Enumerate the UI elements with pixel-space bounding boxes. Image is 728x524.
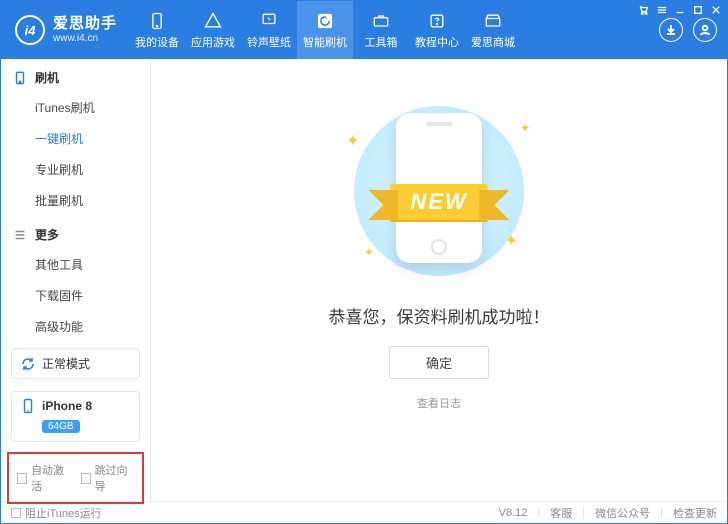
menu-icon[interactable] bbox=[655, 3, 669, 17]
device-icon bbox=[147, 11, 167, 31]
sidebar-item-batch-flash[interactable]: 批量刷机 bbox=[1, 185, 150, 216]
maximize-icon[interactable] bbox=[691, 3, 705, 17]
sidebar-item-advanced[interactable]: 高级功能 bbox=[1, 311, 150, 342]
user-icon[interactable] bbox=[693, 18, 717, 42]
close-icon[interactable] bbox=[709, 3, 723, 17]
nav-store[interactable]: 爱思商城 bbox=[465, 1, 521, 59]
list-icon bbox=[13, 228, 27, 242]
storage-badge: 64GB bbox=[42, 420, 80, 433]
flash-icon bbox=[315, 11, 335, 31]
view-log-link[interactable]: 查看日志 bbox=[417, 395, 461, 411]
phone-small-icon bbox=[20, 398, 36, 414]
checkbox-auto-activate[interactable]: 自动激活 bbox=[17, 462, 71, 494]
help-icon bbox=[427, 11, 447, 31]
sparkle-icon: ✦ bbox=[346, 131, 359, 151]
version-label: V8.12 bbox=[499, 507, 528, 519]
header: i4 爱思助手 www.i4.cn 我的设备 应用游戏 铃声壁纸 智能刷机 工具… bbox=[1, 1, 727, 59]
nav-apps[interactable]: 应用游戏 bbox=[185, 1, 241, 59]
sidebar-item-pro-flash[interactable]: 专业刷机 bbox=[1, 154, 150, 185]
toolbox-icon bbox=[371, 11, 391, 31]
mode-indicator[interactable]: 正常模式 bbox=[11, 348, 140, 379]
minimize-icon[interactable] bbox=[673, 3, 687, 17]
checkbox-skip-guide[interactable]: 跳过向导 bbox=[81, 462, 135, 494]
refresh-icon bbox=[20, 356, 36, 372]
store-icon bbox=[483, 11, 503, 31]
new-ribbon: NEW bbox=[390, 184, 487, 220]
wechat-link[interactable]: 微信公众号 bbox=[595, 505, 650, 521]
window-controls bbox=[637, 1, 723, 19]
nav-flash[interactable]: 智能刷机 bbox=[297, 1, 353, 59]
success-message: 恭喜您，保资料刷机成功啦！ bbox=[329, 303, 550, 328]
footer: 阻止iTunes运行 V8.12 | 客服 | 微信公众号 | 检查更新 bbox=[1, 501, 727, 523]
logo[interactable]: i4 爱思助手 www.i4.cn bbox=[1, 1, 129, 59]
cart-icon[interactable] bbox=[637, 3, 651, 17]
checkbox-block-itunes[interactable]: 阻止iTunes运行 bbox=[11, 505, 102, 521]
sidebar-item-onekey-flash[interactable]: 一键刷机 bbox=[1, 123, 150, 154]
sidebar-item-download-fw[interactable]: 下载固件 bbox=[1, 280, 150, 311]
sidebar-group-flash[interactable]: 刷机 bbox=[1, 59, 150, 92]
top-nav: 我的设备 应用游戏 铃声壁纸 智能刷机 工具箱 教程中心 爱思商城 bbox=[129, 1, 659, 59]
sidebar-item-itunes-flash[interactable]: iTunes刷机 bbox=[1, 92, 150, 123]
download-icon[interactable] bbox=[659, 18, 683, 42]
nav-tutorials[interactable]: 教程中心 bbox=[409, 1, 465, 59]
sidebar: 刷机 iTunes刷机 一键刷机 专业刷机 批量刷机 更多 其他工具 下载固件 … bbox=[1, 59, 151, 501]
sidebar-group-more[interactable]: 更多 bbox=[1, 216, 150, 249]
music-icon bbox=[259, 11, 279, 31]
sparkle-icon: ✦ bbox=[520, 121, 530, 135]
sparkle-icon: ✦ bbox=[364, 245, 374, 259]
support-link[interactable]: 客服 bbox=[550, 505, 572, 521]
apps-icon bbox=[203, 11, 223, 31]
success-illustration: ✦ ✦ ✦ ✦ NEW bbox=[334, 101, 544, 281]
logo-icon: i4 bbox=[15, 15, 45, 45]
nav-my-device[interactable]: 我的设备 bbox=[129, 1, 185, 59]
device-indicator[interactable]: iPhone 8 64GB bbox=[11, 391, 140, 442]
brand-name: 爱思助手 bbox=[53, 16, 117, 33]
nav-ringtones[interactable]: 铃声壁纸 bbox=[241, 1, 297, 59]
update-link[interactable]: 检查更新 bbox=[673, 505, 717, 521]
ok-button[interactable]: 确定 bbox=[389, 346, 489, 379]
phone-icon bbox=[13, 71, 27, 85]
sidebar-item-other-tools[interactable]: 其他工具 bbox=[1, 249, 150, 280]
brand-url: www.i4.cn bbox=[53, 33, 117, 44]
main-content: ✦ ✦ ✦ ✦ NEW 恭喜您，保资料刷机成功啦！ 确定 查看日志 bbox=[151, 59, 727, 501]
post-flash-options: 自动激活 跳过向导 bbox=[7, 452, 144, 504]
sparkle-icon: ✦ bbox=[505, 231, 518, 251]
nav-toolbox[interactable]: 工具箱 bbox=[353, 1, 409, 59]
